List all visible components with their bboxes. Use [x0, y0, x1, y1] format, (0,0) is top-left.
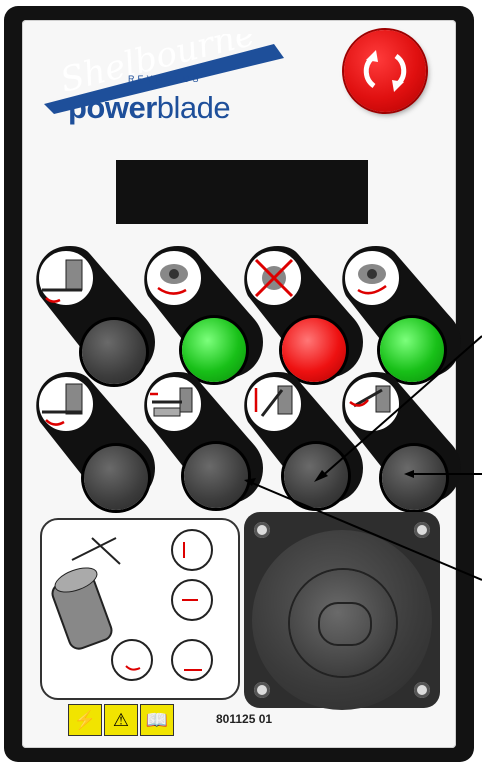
warning-triangle-icon: ⚠: [104, 704, 138, 736]
joystick-direction-icon: [51, 529, 213, 681]
joystick-diagram: [40, 518, 240, 700]
mount-hole: [414, 682, 430, 698]
emergency-stop-button[interactable]: [344, 30, 426, 112]
joystick-grip: [318, 602, 372, 646]
mount-hole: [254, 522, 270, 538]
mount-hole: [414, 522, 430, 538]
read-manual-icon: 📖: [140, 704, 174, 736]
product-name-bold: power: [68, 90, 157, 125]
warning-labels: ⚡ ⚠ 📖: [68, 704, 174, 736]
electric-hazard-icon: ⚡: [68, 704, 102, 736]
part-number: 801125 01: [216, 712, 273, 726]
float-button[interactable]: [382, 446, 446, 510]
brand-subtitle: REYNOLDS: [128, 74, 202, 84]
lcd-display: [116, 160, 368, 224]
mount-hole: [254, 682, 270, 698]
product-name-regular: blade: [156, 90, 231, 125]
product-name: powerblade: [68, 90, 231, 126]
rotate-release-icon: [363, 50, 407, 92]
